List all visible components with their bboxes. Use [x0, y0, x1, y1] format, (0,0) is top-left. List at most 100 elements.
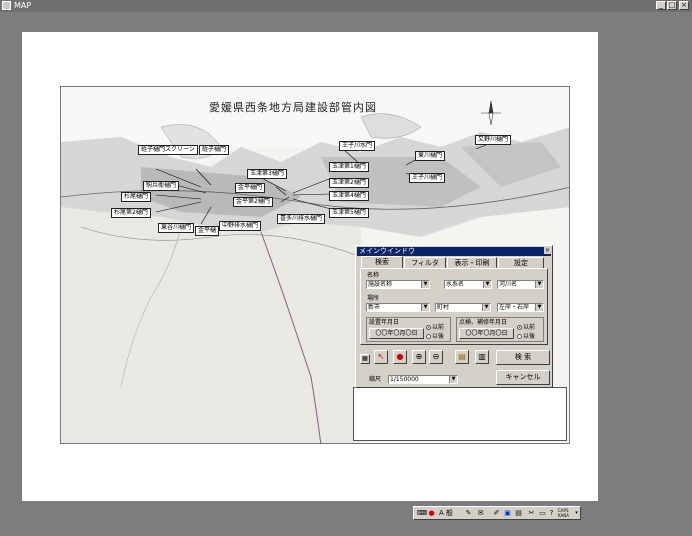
gate-label[interactable]: 玉津第4樋門 [329, 191, 369, 201]
facility-name-select[interactable]: 施設名称 ▼ [366, 280, 430, 289]
install-date-button[interactable]: 〇〇年〇月〇日 [369, 328, 424, 339]
radio-dot [517, 325, 522, 330]
inspection-date-group: 点検、補修年月日 〇〇年〇月〇日 以前 以後 [456, 317, 544, 342]
menu-icon[interactable]: ▭ [538, 509, 547, 518]
scale-value: 1/150000 [390, 376, 419, 383]
name-label: 名称 [367, 272, 380, 279]
map-legend [353, 387, 567, 441]
town-value: 町村 [437, 304, 450, 311]
radio-label: 以後 [432, 333, 445, 340]
tool-icon[interactable]: ✐ [492, 509, 501, 518]
water-system-value: 水系名 [446, 281, 465, 288]
gate-label[interactable]: 杉尾樋門 [121, 192, 152, 202]
scale-label: 縮尺 [369, 376, 382, 383]
chevron-down-icon: ▼ [535, 281, 543, 288]
install-after-radio[interactable]: 以後 [426, 333, 444, 340]
chevron-down-icon: ▼ [535, 304, 543, 311]
app-icon [2, 1, 11, 10]
zoom-out-icon[interactable]: ⊖ [429, 350, 443, 364]
settings-icon[interactable]: ✂ [527, 509, 536, 518]
pointer-icon[interactable]: ↖ [374, 350, 388, 364]
inspection-date-button[interactable]: 〇〇年〇月〇日 [459, 328, 514, 339]
radio-dot [426, 334, 431, 339]
kana-indicator: KANA [558, 513, 570, 518]
gate-label[interactable]: 王子川樋門 [409, 173, 446, 183]
gate-label[interactable]: 玉津第2樋門 [329, 178, 369, 188]
gate-label[interactable]: 喜多川排水樋門 [277, 214, 326, 224]
gate-label[interactable]: 玉津第1樋門 [329, 162, 369, 172]
stop-icon[interactable]: ● [393, 350, 407, 364]
help-icon[interactable]: ▣ [503, 509, 512, 518]
grid-icon[interactable]: ▦ [360, 354, 370, 364]
radio-dot [517, 334, 522, 339]
river-name-select[interactable]: 河川名 ▼ [497, 280, 544, 289]
town-select[interactable]: 町村 ▼ [435, 303, 491, 312]
map-title: 愛媛県西条地方局建設部管内図 [209, 101, 377, 114]
search-panel: 名称 施設名称 ▼ 水系名 ▼ 河川名 ▼ 場所 新市 ▼ 町村 ▼ 左岸・右岸 ▼ 設置年… [360, 268, 548, 345]
chevron-down-icon: ▼ [421, 281, 429, 288]
minimize-button[interactable]: _ [656, 1, 666, 10]
river-name-value: 河川名 [499, 281, 518, 288]
gate-label[interactable]: 王子川水門 [339, 141, 376, 151]
chevron-down-icon: ▼ [483, 281, 491, 288]
keyboard-icon[interactable]: ⌨ [417, 509, 427, 518]
tab-filter[interactable]: フィルタ [404, 257, 446, 268]
gate-label[interactable]: 金平樋 [195, 226, 220, 236]
radio-label: 以前 [523, 324, 536, 331]
gate-label[interactable]: 東川樋門 [415, 151, 446, 161]
gate-label[interactable]: 玉津第3樋門 [247, 169, 287, 179]
inspection-after-radio[interactable]: 以後 [517, 333, 535, 340]
zoom-in-icon[interactable]: ⊕ [412, 350, 426, 364]
install-date-label: 設置年月日 [369, 319, 400, 326]
dialog-close-button[interactable]: × [544, 247, 551, 254]
chevron-down-icon[interactable]: ▾ [572, 509, 581, 518]
chevron-down-icon: ▼ [482, 304, 490, 311]
radio-dot [426, 325, 431, 330]
tab-display-print[interactable]: 表示・印刷 [447, 257, 497, 268]
help-icon[interactable]: ? [547, 509, 556, 518]
main-window-dialog: メインウインドウ × 検索 フィルタ 表示・印刷 設定 名称 施設名称 ▼ 水系名… [355, 245, 553, 388]
bank-select[interactable]: 左岸・右岸 ▼ [497, 303, 544, 312]
dialog-title: メインウインドウ [359, 247, 415, 255]
place-label: 場所 [367, 295, 380, 302]
city-select[interactable]: 新市 ▼ [366, 303, 430, 312]
bank-value: 左岸・右岸 [499, 304, 530, 311]
dictionary-icon[interactable]: ✎ [464, 509, 473, 518]
gate-label[interactable]: 駒兵衛樋門 [143, 181, 180, 191]
layer-icon[interactable]: ▤ [455, 350, 469, 364]
ime-icon[interactable]: ● [427, 509, 436, 518]
tab-search[interactable]: 検索 [361, 256, 403, 268]
inspection-date-label: 点検、補修年月日 [459, 319, 508, 326]
pad-icon[interactable]: ✉ [476, 509, 485, 518]
maximize-button[interactable]: □ [667, 1, 677, 10]
dialog-title-bar[interactable]: メインウインドウ [357, 247, 551, 256]
gate-label[interactable]: 玉津第5樋門 [329, 208, 369, 218]
window-title: MAP [14, 1, 32, 10]
city-value: 新市 [368, 304, 381, 311]
gate-label[interactable]: 東谷川樋門 [158, 223, 195, 233]
water-system-select[interactable]: 水系名 ▼ [444, 280, 492, 289]
inspection-before-radio[interactable]: 以前 [517, 324, 535, 331]
gate-label[interactable]: 中野排水樋門 [219, 221, 262, 231]
cancel-button[interactable]: キャンセル [496, 370, 550, 385]
tab-settings[interactable]: 設定 [498, 257, 544, 268]
chevron-down-icon: ▼ [449, 376, 457, 383]
facility-name-value: 施設名称 [368, 281, 393, 288]
gate-label[interactable]: 金平第2樋門 [233, 197, 273, 207]
install-before-radio[interactable]: 以前 [426, 324, 444, 331]
gate-label[interactable]: 金平樋門 [235, 183, 266, 193]
gate-label[interactable]: 蛭子樋門スクリーン [138, 145, 198, 155]
input-mode[interactable]: A 般 [439, 509, 453, 518]
radio-label: 以前 [432, 324, 445, 331]
clipboard-icon[interactable]: ▥ [475, 350, 489, 364]
search-button[interactable]: 検 索 [496, 350, 550, 365]
properties-icon[interactable]: ▤ [514, 509, 523, 518]
gate-label[interactable]: 杉尾第2樋門 [111, 208, 151, 218]
scale-select[interactable]: 1/150000 ▼ [388, 375, 458, 384]
chevron-down-icon: ▼ [421, 304, 429, 311]
title-bar: MAP _ □ × [0, 0, 692, 12]
gate-label[interactable]: 蛭子樋門 [199, 145, 230, 155]
install-date-group: 設置年月日 〇〇年〇月〇日 以前 以後 [366, 317, 451, 342]
close-button[interactable]: × [679, 1, 689, 10]
gate-label[interactable]: 又野川樋門 [475, 135, 512, 145]
